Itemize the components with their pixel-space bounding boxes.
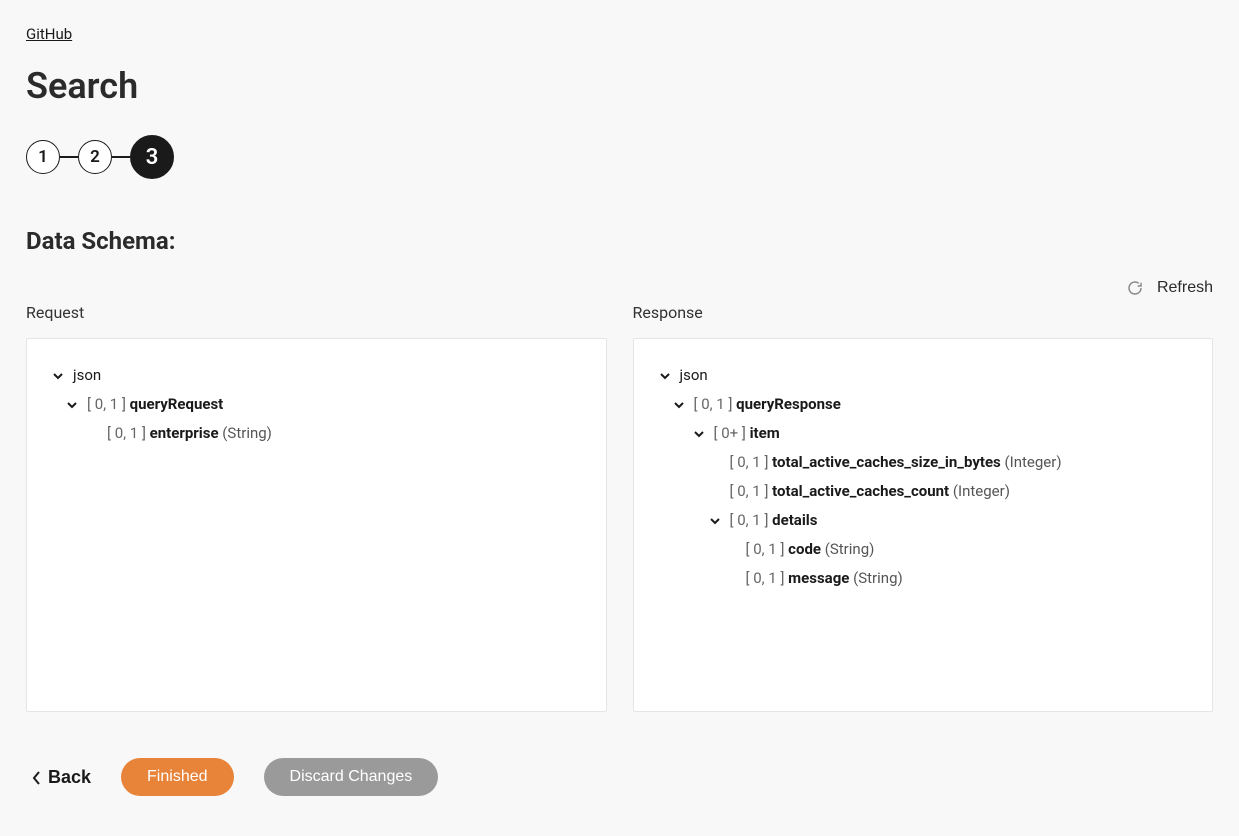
step-connector	[60, 156, 78, 158]
chevron-down-icon[interactable]	[672, 398, 686, 412]
stepper: 1 2 3	[26, 135, 1213, 179]
back-label: Back	[48, 767, 91, 788]
tree-item-content: [ 0+ ] item	[714, 423, 780, 444]
chevron-down-icon[interactable]	[708, 514, 722, 528]
tree-row[interactable]: [ 0, 1 ] code (String)	[658, 535, 1189, 564]
request-panel: json [ 0, 1 ] queryRequest [ 0, 1 ] enterp…	[26, 338, 607, 712]
tree-root-label: json	[680, 365, 708, 386]
discard-button[interactable]: Discard Changes	[264, 758, 439, 796]
chevron-down-icon[interactable]	[51, 369, 65, 383]
tree-item-content: [ 0, 1 ] queryResponse	[694, 394, 841, 415]
tree-row[interactable]: [ 0, 1 ] enterprise (String)	[51, 419, 582, 448]
step-1[interactable]: 1	[26, 140, 60, 174]
tree-item-content: [ 0, 1 ] message (String)	[746, 568, 903, 589]
refresh-button[interactable]: Refresh	[1127, 279, 1213, 297]
refresh-label: Refresh	[1157, 279, 1213, 297]
response-column: Response json [ 0, 1 ] queryResponse [ 0+ …	[633, 303, 1214, 712]
chevron-left-icon	[32, 770, 42, 784]
chevron-down-icon[interactable]	[692, 427, 706, 441]
response-panel: json [ 0, 1 ] queryResponse [ 0+ ] item [ 0…	[633, 338, 1214, 712]
breadcrumb[interactable]: GitHub	[26, 25, 72, 43]
tree-item-content: [ 0, 1 ] details	[730, 510, 818, 531]
response-header: Response	[633, 303, 1214, 322]
request-column: Request json [ 0, 1 ] queryRequest [ 0, 1 …	[26, 303, 607, 712]
tree-item-content: [ 0, 1 ] code (String)	[746, 539, 875, 560]
step-2[interactable]: 2	[78, 140, 112, 174]
refresh-icon	[1127, 280, 1143, 296]
tree-row[interactable]: [ 0, 1 ] total_active_caches_size_in_byt…	[658, 448, 1189, 477]
step-connector	[112, 156, 130, 158]
tree-root[interactable]: json	[51, 361, 582, 390]
section-title: Data Schema:	[26, 227, 1213, 255]
tree-row[interactable]: [ 0, 1 ] queryResponse	[658, 390, 1189, 419]
chevron-down-icon[interactable]	[658, 369, 672, 383]
tree-row[interactable]: [ 0, 1 ] total_active_caches_count (Inte…	[658, 477, 1189, 506]
tree-item-content: [ 0, 1 ] total_active_caches_count (Inte…	[730, 481, 1010, 502]
tree-root-label: json	[73, 365, 101, 386]
tree-row[interactable]: [ 0, 1 ] message (String)	[658, 564, 1189, 593]
page-title: Search	[26, 65, 1213, 107]
tree-row[interactable]: [ 0+ ] item	[658, 419, 1189, 448]
tree-item-content: [ 0, 1 ] enterprise (String)	[107, 423, 272, 444]
tree-item-content: [ 0, 1 ] total_active_caches_size_in_byt…	[730, 452, 1062, 473]
tree-row[interactable]: [ 0, 1 ] queryRequest	[51, 390, 582, 419]
step-3[interactable]: 3	[130, 135, 174, 179]
tree-item-content: [ 0, 1 ] queryRequest	[87, 394, 223, 415]
back-button[interactable]: Back	[32, 767, 91, 788]
chevron-down-icon[interactable]	[65, 398, 79, 412]
finished-button[interactable]: Finished	[121, 758, 233, 796]
tree-row[interactable]: [ 0, 1 ] details	[658, 506, 1189, 535]
tree-root[interactable]: json	[658, 361, 1189, 390]
request-header: Request	[26, 303, 607, 322]
